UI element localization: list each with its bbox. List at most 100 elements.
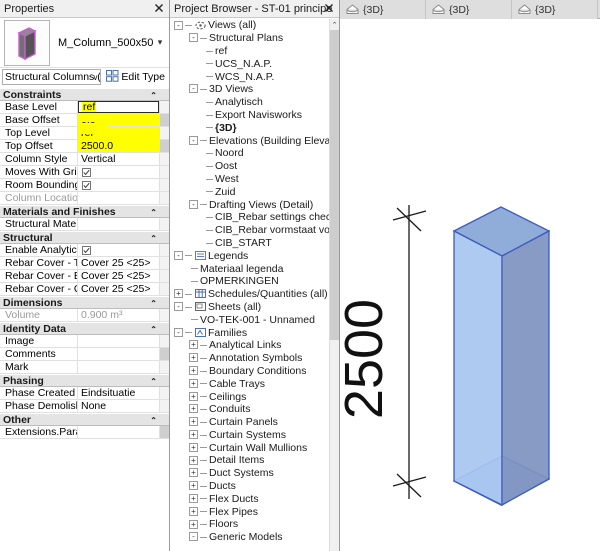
param-group-header[interactable]: Constraints ⌃: [0, 88, 169, 101]
collapse-node-icon[interactable]: -: [174, 20, 183, 30]
tree-item[interactable]: + Boundary Conditions: [170, 365, 329, 378]
param-scroll-cell[interactable]: [159, 114, 169, 126]
edit-type-button[interactable]: Edit Type: [104, 69, 167, 85]
param-value[interactable]: [78, 218, 159, 230]
tree-item[interactable]: UCS_N.A.P.: [170, 57, 329, 70]
expand-node-icon[interactable]: +: [189, 493, 198, 503]
tree-item[interactable]: - Generic Models: [170, 531, 329, 544]
expand-node-icon[interactable]: +: [189, 442, 198, 452]
view-tab[interactable]: {3D}: [340, 0, 426, 19]
tree-item[interactable]: + Ceilings: [170, 390, 329, 403]
param-group-header[interactable]: Other ⌃: [0, 413, 169, 426]
tree-item[interactable]: - Families: [170, 326, 329, 339]
tree-item[interactable]: + Duct Systems: [170, 467, 329, 480]
tree-item[interactable]: - Drafting Views (Detail): [170, 198, 329, 211]
param-scroll-cell[interactable]: [159, 426, 169, 438]
param-value[interactable]: Cover 25 <25>: [78, 270, 159, 282]
param-value[interactable]: None: [78, 400, 159, 412]
tree-item[interactable]: WCS_N.A.P.: [170, 70, 329, 83]
tree-item[interactable]: - Elevations (Building Elevation): [170, 134, 329, 147]
param-value[interactable]: Eindsituatie: [78, 387, 159, 399]
checkbox[interactable]: [82, 180, 91, 190]
collapse-node-icon[interactable]: -: [189, 84, 198, 94]
expand-node-icon[interactable]: +: [189, 353, 198, 363]
view-tab[interactable]: {3D}: [426, 0, 512, 19]
collapse-node-icon[interactable]: -: [174, 302, 183, 312]
tree-item[interactable]: + Curtain Wall Mullions: [170, 441, 329, 454]
collapse-node-icon[interactable]: -: [174, 250, 183, 260]
tree-item[interactable]: + Conduits: [170, 403, 329, 416]
tree-item[interactable]: + Schedules/Quantities (all): [170, 288, 329, 301]
tree-item[interactable]: Oost: [170, 160, 329, 173]
collapse-node-icon[interactable]: -: [189, 135, 198, 145]
view-tab[interactable]: {3D}: [512, 0, 598, 19]
tree-item[interactable]: Export Navisworks: [170, 109, 329, 122]
param-scroll-cell[interactable]: [159, 140, 169, 152]
browser-scrollbar[interactable]: ⌃: [329, 19, 339, 551]
param-value[interactable]: [78, 179, 159, 191]
param-value[interactable]: Cover 25 <25>: [78, 283, 159, 295]
param-value[interactable]: ref: [78, 127, 159, 139]
param-value[interactable]: 0.0: [78, 114, 159, 126]
param-value[interactable]: [78, 348, 159, 360]
checkbox[interactable]: [82, 245, 91, 255]
tree-item[interactable]: CIB_Rebar settings checklist: [170, 211, 329, 224]
expand-node-icon[interactable]: +: [189, 378, 198, 388]
chevron-down-icon[interactable]: ▾: [153, 37, 167, 48]
tree-item[interactable]: CIB_START: [170, 237, 329, 250]
param-value[interactable]: [78, 166, 159, 178]
scroll-up-icon[interactable]: ⌃: [330, 19, 339, 30]
param-value[interactable]: [78, 426, 159, 438]
tree-item[interactable]: + Curtain Panels: [170, 416, 329, 429]
expand-node-icon[interactable]: +: [174, 289, 183, 299]
expand-node-icon[interactable]: +: [189, 468, 198, 478]
collapse-node-icon[interactable]: -: [189, 199, 198, 209]
param-scroll-cell[interactable]: [159, 348, 169, 360]
param-value[interactable]: Cover 25 <25>: [78, 257, 159, 269]
param-group-header[interactable]: Phasing ⌃: [0, 374, 169, 387]
tree-item[interactable]: - Structural Plans: [170, 32, 329, 45]
type-selector-combobox[interactable]: Structural Columns (1) ∨: [2, 69, 102, 85]
tree-item[interactable]: + Cable Trays: [170, 377, 329, 390]
tree-item[interactable]: {3D}: [170, 121, 329, 134]
tree-item[interactable]: - Views (all): [170, 19, 329, 32]
tree-item[interactable]: Analytisch: [170, 96, 329, 109]
scrollbar-thumb[interactable]: [330, 30, 339, 340]
collapse-node-icon[interactable]: -: [189, 33, 198, 43]
expand-node-icon[interactable]: +: [189, 391, 198, 401]
expand-node-icon[interactable]: +: [189, 366, 198, 376]
tree-item[interactable]: West: [170, 173, 329, 186]
tree-item[interactable]: Noord: [170, 147, 329, 160]
tree-item[interactable]: + Flex Pipes: [170, 505, 329, 518]
tree-item[interactable]: + Floors: [170, 518, 329, 531]
param-value[interactable]: Vertical: [78, 153, 159, 165]
tree-item[interactable]: - 3D Views: [170, 83, 329, 96]
param-value[interactable]: 2500.0: [78, 140, 159, 152]
expand-node-icon[interactable]: +: [189, 430, 198, 439]
tree-item[interactable]: OPMERKINGEN: [170, 275, 329, 288]
param-group-header[interactable]: Structural ⌃: [0, 231, 169, 244]
tree-item[interactable]: Zuid: [170, 185, 329, 198]
param-value[interactable]: [78, 361, 159, 373]
expand-node-icon[interactable]: +: [189, 455, 198, 465]
tree-item[interactable]: - Sheets (all): [170, 301, 329, 314]
expand-node-icon[interactable]: +: [189, 506, 198, 516]
tree-item[interactable]: + Annotation Symbols: [170, 352, 329, 365]
expand-node-icon[interactable]: +: [189, 417, 198, 427]
tree-item[interactable]: + Ducts: [170, 480, 329, 493]
param-value[interactable]: [78, 244, 159, 256]
tree-item[interactable]: ref: [170, 45, 329, 58]
tree-item[interactable]: + Curtain Systems: [170, 429, 329, 442]
expand-node-icon[interactable]: +: [189, 481, 198, 491]
param-group-header[interactable]: Dimensions ⌃: [0, 296, 169, 309]
tree-item[interactable]: Materiaal legenda: [170, 262, 329, 275]
param-group-header[interactable]: Materials and Finishes ⌃: [0, 205, 169, 218]
expand-node-icon[interactable]: +: [189, 340, 198, 350]
param-group-header[interactable]: Identity Data ⌃: [0, 322, 169, 335]
close-icon[interactable]: [152, 1, 166, 15]
tree-item[interactable]: + Flex Ducts: [170, 492, 329, 505]
tree-item[interactable]: + Analytical Links: [170, 339, 329, 352]
close-icon[interactable]: [322, 1, 336, 15]
collapse-node-icon[interactable]: -: [189, 532, 198, 542]
param-value[interactable]: [78, 335, 159, 347]
